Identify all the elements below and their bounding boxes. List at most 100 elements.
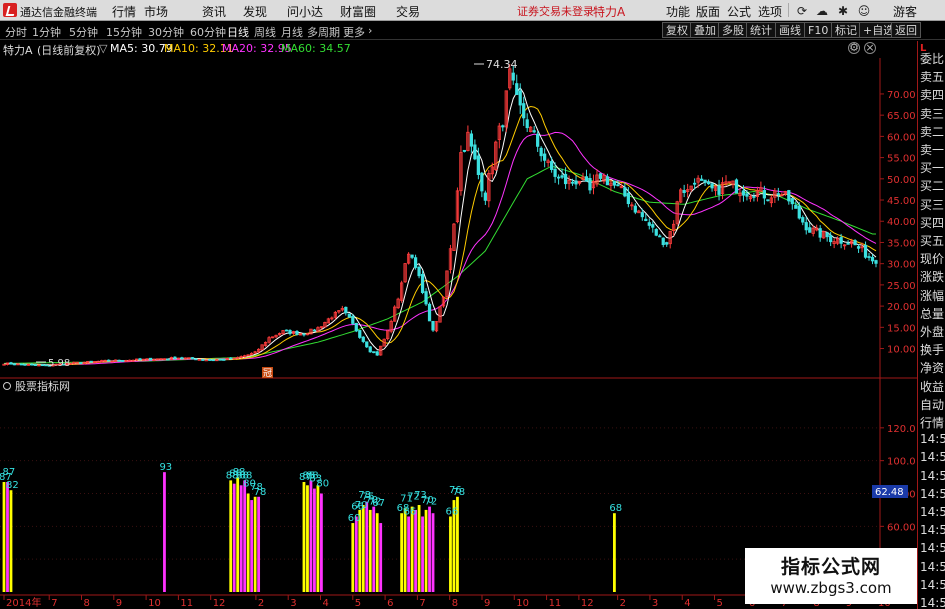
candle[interactable] [166, 358, 170, 361]
candle[interactable] [89, 360, 93, 363]
candle[interactable] [525, 113, 529, 132]
candle[interactable] [658, 234, 662, 238]
candle[interactable] [752, 192, 756, 202]
candle[interactable] [686, 183, 690, 198]
candle[interactable] [284, 329, 289, 332]
candle[interactable] [804, 216, 808, 235]
candle[interactable] [853, 239, 857, 246]
candle[interactable] [469, 130, 474, 153]
candle[interactable] [591, 174, 596, 195]
indicator-bar[interactable] [253, 496, 257, 592]
candle[interactable] [801, 215, 805, 226]
candle[interactable] [263, 341, 268, 347]
candle[interactable] [529, 126, 533, 133]
chart-canvas[interactable]: 10.00 15.00 20.00 25.00 30.00 35.00 40.00 45.00… [0, 0, 917, 609]
indicator-bar[interactable] [316, 485, 320, 592]
indicator-bar[interactable] [243, 480, 247, 592]
side-panel-item[interactable]: 买四 [920, 214, 945, 231]
side-panel-item[interactable]: 换手 [920, 341, 945, 358]
candle[interactable] [424, 288, 428, 306]
candle[interactable] [459, 145, 463, 196]
side-panel-item[interactable]: 自动 [920, 396, 945, 413]
side-panel-item[interactable]: 14:56 [920, 523, 945, 537]
candle[interactable] [755, 186, 760, 202]
indicator-bar[interactable] [239, 485, 243, 592]
indicator-bar[interactable] [351, 523, 355, 592]
candle[interactable] [452, 223, 456, 251]
candle[interactable] [679, 187, 683, 204]
candle[interactable] [40, 363, 44, 367]
indicator-bar[interactable] [372, 506, 376, 592]
candle[interactable] [595, 169, 599, 187]
indicator-bar[interactable] [236, 477, 240, 592]
candle[interactable] [494, 140, 498, 172]
candle[interactable] [462, 149, 467, 153]
side-panel-item[interactable]: 卖五 [920, 68, 945, 85]
candle[interactable] [543, 148, 547, 168]
indicator-bar[interactable] [2, 482, 6, 592]
candle[interactable] [330, 316, 334, 321]
indicator-bar[interactable] [431, 513, 435, 592]
side-panel-item[interactable]: 买三 [920, 196, 945, 213]
side-panel-item[interactable]: 涨跌 [920, 268, 945, 285]
indicator-bar[interactable] [257, 496, 261, 592]
candle[interactable] [434, 320, 439, 333]
candle[interactable] [455, 187, 460, 224]
candle[interactable] [727, 181, 732, 184]
candle[interactable] [480, 171, 484, 198]
candle[interactable] [187, 357, 191, 360]
candle[interactable] [567, 175, 571, 190]
side-panel-item[interactable]: 14:56 [920, 560, 945, 574]
candle[interactable] [654, 228, 658, 237]
candle[interactable] [354, 322, 358, 333]
candle[interactable] [794, 201, 798, 209]
candle[interactable] [159, 358, 163, 361]
candle[interactable] [316, 326, 320, 333]
candle[interactable] [23, 363, 27, 366]
candle[interactable] [400, 280, 404, 303]
candle[interactable] [682, 184, 686, 198]
candle[interactable] [270, 336, 275, 339]
candle[interactable] [197, 358, 201, 361]
candle[interactable] [75, 361, 79, 364]
candle[interactable] [183, 357, 187, 360]
indicator-bar[interactable] [365, 501, 369, 592]
candle[interactable] [515, 74, 519, 95]
candle[interactable] [790, 198, 794, 210]
side-panel-item[interactable]: 卖一 [920, 141, 945, 158]
candle[interactable] [406, 252, 411, 265]
candle[interactable] [699, 175, 704, 181]
candle[interactable] [734, 178, 739, 194]
side-panel-item[interactable]: 卖三 [920, 105, 945, 122]
candle[interactable] [291, 330, 296, 335]
candle[interactable] [637, 209, 641, 214]
candle[interactable] [738, 188, 742, 203]
candle[interactable] [110, 360, 114, 363]
indicator-bar[interactable] [306, 485, 309, 592]
candle[interactable] [536, 130, 540, 152]
candle[interactable] [675, 200, 679, 226]
candle[interactable] [37, 364, 41, 367]
side-panel-item[interactable]: 14:56 [920, 487, 945, 501]
candle[interactable] [818, 225, 822, 242]
candle[interactable] [222, 359, 226, 361]
candle[interactable] [288, 329, 292, 336]
candle[interactable] [410, 254, 414, 260]
candle[interactable] [368, 345, 372, 353]
candle[interactable] [260, 344, 264, 351]
candle[interactable] [93, 361, 97, 363]
candle[interactable] [842, 244, 847, 250]
candle[interactable] [441, 296, 446, 308]
candle[interactable] [365, 341, 369, 348]
side-panel-item[interactable]: 14:56 [920, 450, 945, 464]
indicator-bar[interactable] [410, 506, 414, 592]
candle[interactable] [710, 182, 714, 192]
candle[interactable] [783, 190, 787, 197]
candle[interactable] [706, 179, 711, 185]
candle[interactable] [427, 302, 432, 322]
indicator-bar[interactable] [424, 509, 428, 592]
candle[interactable] [120, 360, 125, 362]
indicator-bars[interactable] [2, 472, 616, 592]
side-panel-item[interactable]: 买五 [920, 232, 945, 249]
candle[interactable] [822, 230, 826, 239]
